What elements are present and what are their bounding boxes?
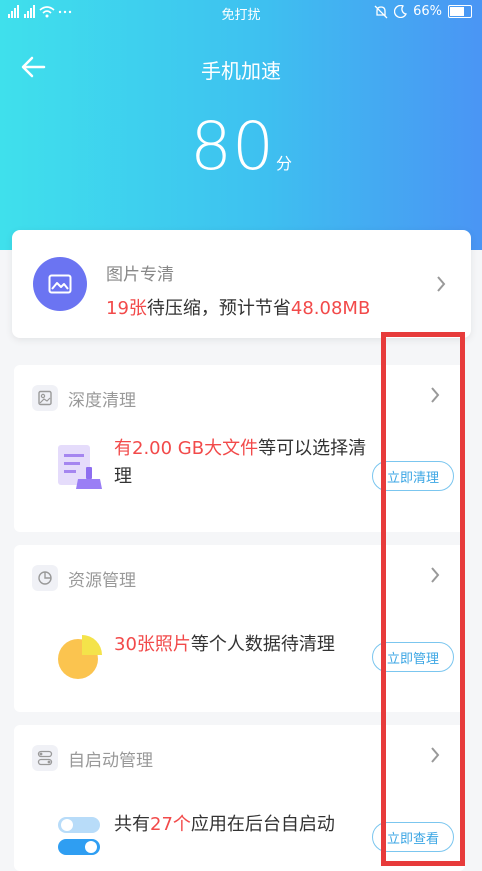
app-count: 27个 [150, 814, 191, 835]
status-bar: 免打扰 66% [0, 0, 482, 26]
score-value: 80 [190, 108, 274, 185]
autostart-prefix: 共有 [114, 814, 150, 835]
photo-count: 19张 [106, 298, 147, 319]
mute-bell-icon [374, 5, 388, 18]
autostart-description: 共有27个应用在后台自启动 [114, 811, 369, 839]
battery-percent: 66% [413, 4, 442, 19]
score-display: 80 分 [0, 108, 482, 185]
autostart-text: 应用在后台自启动 [190, 814, 335, 835]
resource-manage-description: 30张照片等个人数据待清理 [114, 631, 369, 659]
page-title: 手机加速 [201, 59, 281, 83]
photo-card-description: 19张待压缩，预计节省48.08MB [106, 294, 370, 320]
large-file-size: 有2.00 GB大文件 [114, 438, 259, 459]
chevron-right-icon[interactable] [435, 274, 447, 294]
resource-manage-text: 等个人数据待清理 [190, 634, 335, 655]
photo-clean-card[interactable]: 图片专清 19张待压缩，预计节省48.08MB [12, 230, 471, 338]
picture-icon [33, 257, 87, 311]
deep-clean-description: 有2.00 GB大文件等可以选择清理 [114, 435, 369, 491]
resource-manage-title: 资源管理 [68, 570, 136, 591]
moon-icon [394, 5, 408, 18]
photo-saving: 48.08MB [290, 298, 371, 319]
annotation-highlight-box [381, 332, 465, 866]
photo-pie-icon [58, 635, 102, 679]
photo-card-title: 图片专清 [106, 265, 174, 285]
switch-toggles-icon [58, 817, 100, 855]
photo-desc-text: 待压缩，预计节省 [146, 298, 291, 319]
photo-count-text: 30张照片 [114, 634, 191, 655]
pie-chart-icon [32, 565, 58, 591]
header: 免打扰 66% 手机加速 80 分 [0, 0, 482, 250]
battery-icon [448, 5, 472, 18]
image-file-icon [32, 385, 58, 411]
autostart-title: 自启动管理 [68, 750, 153, 771]
document-brush-icon [58, 445, 102, 489]
score-unit: 分 [275, 154, 292, 173]
deep-clean-title: 深度清理 [68, 390, 136, 411]
toggle-icon [32, 745, 58, 771]
